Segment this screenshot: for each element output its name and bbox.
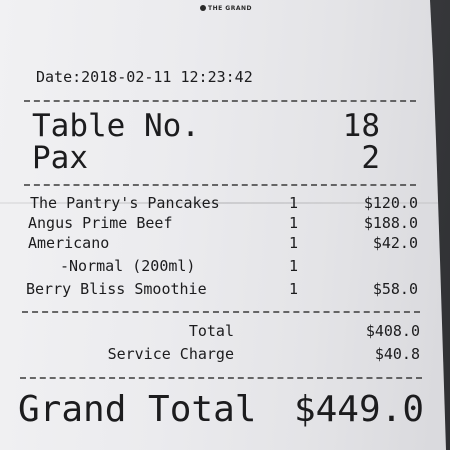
total-value: $408.0 [365, 322, 420, 340]
total-label: Total [188, 322, 234, 340]
date-label: Date: [36, 68, 82, 86]
item-qty: 1 [289, 214, 299, 232]
item-qty: 1 [289, 257, 299, 275]
table-value: 18 [342, 108, 380, 144]
divider-3 [22, 311, 420, 313]
item-price: $188.0 [363, 214, 418, 232]
item-price: $42.0 [372, 234, 418, 252]
divider-1 [24, 100, 416, 102]
item-price: $58.0 [372, 280, 418, 298]
grand-total-value: $449.0 [293, 389, 424, 430]
item-qty: 1 [289, 280, 299, 298]
item-name: The Pantry's Pancakes [30, 194, 220, 212]
divider-4 [20, 377, 422, 379]
item-name: Angus Prime Beef [28, 214, 173, 232]
table-label: Table No. [32, 108, 200, 144]
pax-label: Pax [32, 140, 88, 176]
pax-value: 2 [361, 140, 380, 176]
logo-text: THE GRAND [208, 5, 252, 12]
service-charge-value: $40.8 [374, 345, 420, 363]
item-qty: 1 [289, 234, 299, 252]
service-charge-label: Service Charge [107, 345, 234, 363]
receipt-paper: THE GRAND Date:2018-02-11 12:23:42 Table… [0, 0, 446, 450]
item-name: Americano [28, 234, 110, 252]
item-name: Berry Bliss Smoothie [26, 280, 207, 298]
divider-2 [24, 184, 416, 186]
date-line: Date:2018-02-11 12:23:42 [36, 70, 253, 85]
logo-icon [200, 5, 206, 11]
grand-total-label: Grand Total [18, 389, 257, 430]
date-value: 2018-02-11 12:23:42 [81, 68, 253, 86]
brand-logo: THE GRAND [200, 5, 252, 12]
item-name: -Normal (200ml) [60, 257, 196, 275]
item-price: $120.0 [363, 194, 418, 212]
item-qty: 1 [289, 194, 299, 212]
